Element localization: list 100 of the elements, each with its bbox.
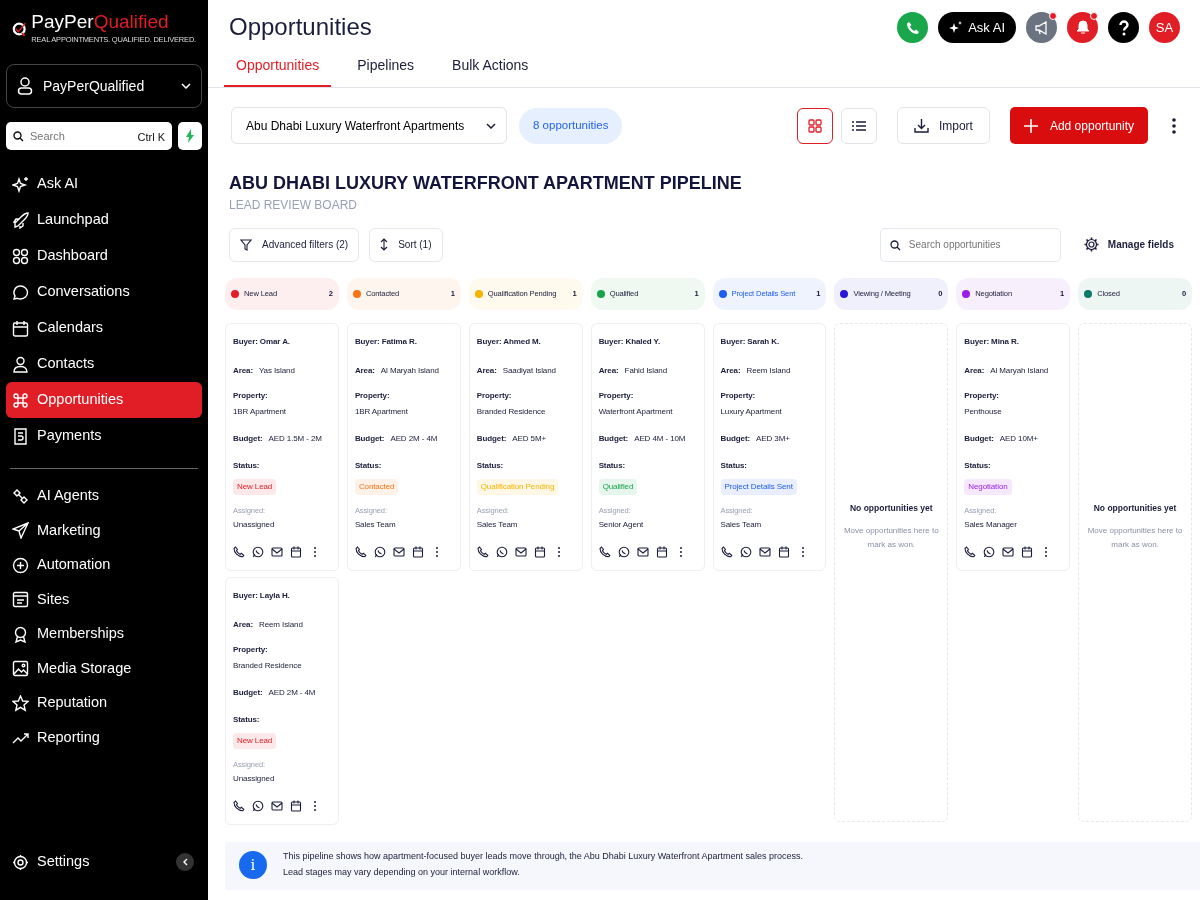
field-value: Fahid Island bbox=[624, 365, 667, 376]
field-value: Al Maryah Island bbox=[990, 365, 1049, 376]
chat-bubble-icon[interactable] bbox=[373, 545, 386, 558]
user-avatar[interactable]: SA bbox=[1149, 12, 1180, 43]
chat-bubble-icon[interactable] bbox=[252, 799, 264, 812]
board-subtitle: LEAD REVIEW BOARD bbox=[229, 196, 359, 214]
sidebar-item[interactable]: Contacts bbox=[6, 346, 202, 382]
collapse-button[interactable] bbox=[176, 853, 194, 871]
field-label: Property: bbox=[964, 390, 1000, 401]
sidebar-item[interactable]: Dashboard bbox=[6, 238, 202, 274]
phone-icon[interactable] bbox=[233, 545, 245, 558]
rocket-icon bbox=[12, 211, 29, 229]
badge-icon bbox=[12, 625, 29, 643]
field-value: Branded Residence bbox=[476, 406, 547, 417]
mail-icon[interactable] bbox=[271, 545, 283, 558]
import-button[interactable]: Import bbox=[896, 107, 990, 144]
status-badge: New Lead bbox=[233, 478, 277, 495]
filters-button[interactable]: Advanced filters (2) bbox=[229, 227, 360, 262]
assignee: Sales Manager bbox=[964, 519, 1018, 530]
field-label: Status: bbox=[354, 460, 383, 471]
field-value: AED 1.5M - 2M bbox=[268, 433, 322, 444]
sidebar-item[interactable]: Reporting bbox=[6, 720, 202, 755]
sidebar-item[interactable]: Reputation bbox=[6, 686, 202, 721]
star-icon bbox=[12, 694, 29, 712]
field-value: 1BR Apartment bbox=[233, 406, 287, 417]
sidebar-item[interactable]: Conversations bbox=[6, 274, 202, 310]
buyer-name: Buyer: Omar A. bbox=[233, 336, 291, 347]
tab[interactable]: Pipelines bbox=[345, 49, 427, 87]
calendar-icon bbox=[12, 319, 29, 337]
grid-view-button[interactable] bbox=[796, 107, 833, 144]
phone-button[interactable] bbox=[897, 12, 929, 43]
pipeline-select[interactable]: Abu Dhabi Luxury Waterfront Apartments bbox=[231, 107, 507, 144]
sidebar-item[interactable]: Calendars bbox=[6, 310, 202, 346]
bell-icon bbox=[1075, 20, 1090, 35]
chat-bubble-icon bbox=[12, 283, 29, 301]
account-select[interactable]: PayPerQualified bbox=[6, 64, 202, 108]
field-label: Budget: bbox=[233, 687, 263, 698]
field-label: Area: bbox=[598, 365, 619, 376]
sidebar-item[interactable]: Payments bbox=[6, 418, 202, 454]
field-label: Budget: bbox=[354, 433, 385, 444]
calendar-icon[interactable] bbox=[290, 545, 302, 558]
status-badge: Contacted bbox=[354, 478, 399, 495]
phone-icon[interactable] bbox=[598, 545, 611, 558]
mail-icon[interactable] bbox=[758, 545, 771, 558]
manage-fields-button[interactable]: Manage fields bbox=[1076, 235, 1180, 255]
search-field[interactable]: Search opportunities bbox=[879, 227, 1061, 262]
chat-bubble-icon[interactable] bbox=[252, 545, 264, 558]
sidebar-item[interactable]: Memberships bbox=[6, 617, 202, 652]
sidebar-item[interactable]: Ask AI bbox=[6, 166, 202, 202]
field-label: Area: bbox=[720, 365, 741, 376]
tab[interactable]: Bulk Actions bbox=[440, 49, 541, 87]
announcements-button[interactable] bbox=[1026, 12, 1057, 43]
phone-icon[interactable] bbox=[964, 545, 977, 558]
field-label: Budget: bbox=[598, 433, 629, 444]
phone-icon[interactable] bbox=[354, 545, 367, 558]
calendar-icon[interactable] bbox=[655, 545, 668, 558]
calendar-icon[interactable] bbox=[411, 545, 424, 558]
calendar-icon[interactable] bbox=[1021, 545, 1034, 558]
chat-bubble-icon[interactable] bbox=[739, 545, 752, 558]
mail-icon[interactable] bbox=[1002, 545, 1015, 558]
phone-icon[interactable] bbox=[720, 545, 733, 558]
sidebar-item[interactable]: Media Storage bbox=[6, 651, 202, 686]
mail-icon[interactable] bbox=[392, 545, 405, 558]
sidebar-item[interactable]: Marketing bbox=[6, 513, 202, 548]
mail-icon[interactable] bbox=[271, 799, 283, 812]
calendar-icon[interactable] bbox=[533, 545, 546, 558]
phone-icon[interactable] bbox=[476, 545, 489, 558]
field-label: Property: bbox=[476, 390, 513, 401]
mail-icon[interactable] bbox=[514, 545, 527, 558]
phone-icon bbox=[905, 20, 920, 35]
notifications-button[interactable] bbox=[1067, 12, 1098, 43]
calendar-icon[interactable] bbox=[290, 799, 302, 812]
user-icon bbox=[17, 77, 33, 95]
chat-bubble-icon[interactable] bbox=[983, 545, 996, 558]
list-view-button[interactable] bbox=[840, 107, 877, 144]
mail-icon[interactable] bbox=[636, 545, 649, 558]
empty-text: Move opportunities here to mark as won. bbox=[1086, 524, 1184, 552]
sidebar-item[interactable]: Sites bbox=[6, 582, 202, 617]
plus-icon bbox=[1023, 118, 1038, 133]
brand-name: PayPerQualified bbox=[31, 12, 170, 32]
add-opportunity-button[interactable]: Add opportunity bbox=[1009, 107, 1148, 144]
chat-bubble-icon[interactable] bbox=[495, 545, 508, 558]
help-button[interactable] bbox=[1108, 12, 1139, 43]
field-label: Budget: bbox=[476, 433, 507, 444]
sparkle-icon bbox=[12, 175, 29, 193]
gear-icon bbox=[12, 853, 29, 871]
field-label: Area: bbox=[964, 365, 985, 376]
search-icon bbox=[13, 131, 24, 142]
sidebar-item[interactable]: Launchpad bbox=[6, 202, 202, 238]
settings-item[interactable]: Settings bbox=[6, 844, 176, 880]
sort-button[interactable]: Sort (1) bbox=[369, 227, 443, 262]
sidebar-item[interactable]: AI Agents bbox=[6, 479, 202, 514]
quick-action-button[interactable] bbox=[178, 122, 202, 150]
sidebar-item[interactable]: Automation bbox=[6, 548, 202, 583]
calendar-icon[interactable] bbox=[777, 545, 790, 558]
sidebar-item[interactable]: Opportunities bbox=[6, 382, 202, 418]
phone-icon[interactable] bbox=[233, 799, 245, 812]
ask-ai-button[interactable]: Ask AI bbox=[938, 12, 1016, 43]
chat-bubble-icon[interactable] bbox=[617, 545, 630, 558]
tab[interactable]: Opportunities bbox=[224, 49, 332, 87]
